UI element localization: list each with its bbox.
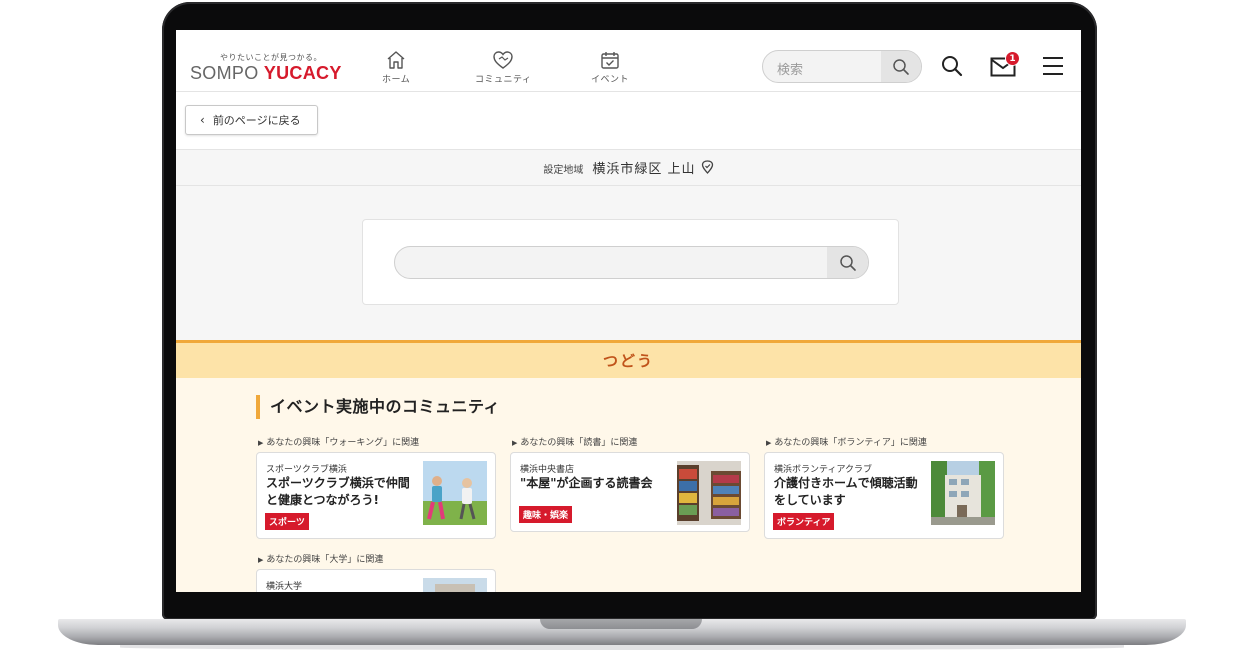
heart-community-icon [493, 51, 513, 69]
card-related-text: あなたの興味「ウォーキング」に関連 [266, 438, 420, 448]
tsudou-section-bar: つどう [176, 340, 1081, 378]
header-search-button[interactable] [881, 51, 921, 82]
search-icon[interactable] [940, 54, 964, 78]
laptop-foot [120, 645, 1124, 650]
search-icon [893, 58, 909, 75]
community-section: イベント実施中のコミュニティ ▶ あなたの興味「ウォーキング」に関連 スポーツクラ… [176, 378, 1081, 592]
search-panel [362, 219, 899, 305]
card-thumbnail-walking [423, 461, 487, 525]
card-thumbnail-care-home [931, 461, 995, 525]
tsudou-label: つどう [602, 352, 654, 370]
card-related-text: あなたの興味「大学」に関連 [266, 555, 384, 565]
region-label: 設定地域 [543, 165, 584, 176]
triangle-right-icon: ▶ [766, 439, 772, 447]
back-row: ‹ 前のページに戻る [176, 92, 1081, 150]
community-card[interactable]: 横浜中央書店 "本屋"が企画する読書会 趣味・娯楽 [510, 452, 750, 532]
card-related-label: ▶ あなたの興味「読書」に関連 [512, 435, 637, 448]
nav-home[interactable]: ホーム [382, 50, 410, 85]
section-title: イベント実施中のコミュニティ [256, 395, 500, 419]
nav-community[interactable]: コミュニティ [475, 50, 531, 85]
nav-home-label: ホーム [382, 75, 411, 85]
header-search-input[interactable]: 検索 [777, 59, 803, 78]
region-row: 設定地域 横浜市緑区 上山 [176, 150, 1081, 186]
calendar-check-icon [601, 52, 619, 69]
logo-tagline: やりたいことが見つかる。 [220, 53, 322, 62]
card-title: 介護付きホームで傾聴活動をしています [774, 476, 918, 507]
card-category-tag: ボランティア [773, 513, 835, 530]
card-related-label: ▶ あなたの興味「大学」に関連 [258, 552, 383, 565]
location-edit-icon[interactable] [701, 160, 714, 174]
site-logo[interactable]: SOMPO YUCACY [190, 63, 342, 84]
community-card[interactable]: スポーツクラブ横浜 スポーツクラブ横浜で仲間と健康とつながろう! スポーツ [256, 452, 496, 539]
triangle-right-icon: ▶ [258, 556, 264, 564]
back-button-label: 前のページに戻る [212, 114, 301, 127]
card-related-label: ▶ あなたの興味「ウォーキング」に関連 [258, 435, 419, 448]
logo-prefix: SOMPO [190, 63, 259, 83]
nav-community-label: コミュニティ [475, 75, 532, 85]
card-category-tag: 趣味・娯楽 [519, 506, 573, 523]
card-title: "本屋"が企画する読書会 [520, 476, 653, 490]
community-card[interactable]: 横浜ボランティアクラブ 介護付きホームで傾聴活動をしています ボランティア [764, 452, 1004, 539]
hamburger-menu-icon[interactable] [1042, 56, 1064, 76]
header-search-box[interactable]: 検索 [762, 50, 922, 83]
search-area [176, 186, 1081, 340]
card-org: 横浜ボランティアクラブ [774, 465, 873, 475]
laptop-notch [540, 619, 702, 629]
search-icon [839, 254, 856, 271]
site-header: やりたいことが見つかる。 SOMPO YUCACY ホーム コミュニティ イベン… [176, 30, 1081, 92]
chevron-left-icon: ‹ [200, 113, 205, 127]
card-title: スポーツクラブ横浜で仲間と健康とつながろう! [266, 476, 410, 507]
main-search-input[interactable] [394, 246, 869, 279]
mail-badge: 1 [1005, 51, 1020, 66]
card-org: 横浜大学 [266, 582, 303, 592]
card-org: 横浜中央書店 [520, 465, 575, 475]
card-thumbnail-bookstore [677, 461, 741, 525]
community-card[interactable]: 横浜大学 [256, 569, 496, 592]
card-org: スポーツクラブ横浜 [266, 465, 347, 475]
region-value[interactable]: 横浜市緑区 上山 [592, 162, 695, 177]
triangle-right-icon: ▶ [512, 439, 518, 447]
card-related-text: あなたの興味「読書」に関連 [520, 438, 638, 448]
card-related-label: ▶ あなたの興味「ボランティア」に関連 [766, 435, 927, 448]
nav-event-label: イベント [591, 75, 630, 85]
triangle-right-icon: ▶ [258, 439, 264, 447]
card-category-tag: スポーツ [265, 513, 309, 530]
nav-event[interactable]: イベント [591, 50, 629, 85]
home-icon [387, 51, 405, 69]
back-button[interactable]: ‹ 前のページに戻る [185, 105, 318, 135]
card-thumbnail-university [423, 578, 487, 592]
card-related-text: あなたの興味「ボランティア」に関連 [774, 438, 927, 448]
logo-brand: YUCACY [263, 63, 342, 83]
app-screen: やりたいことが見つかる。 SOMPO YUCACY ホーム コミュニティ イベン… [176, 30, 1081, 592]
main-search-button[interactable] [827, 247, 868, 278]
